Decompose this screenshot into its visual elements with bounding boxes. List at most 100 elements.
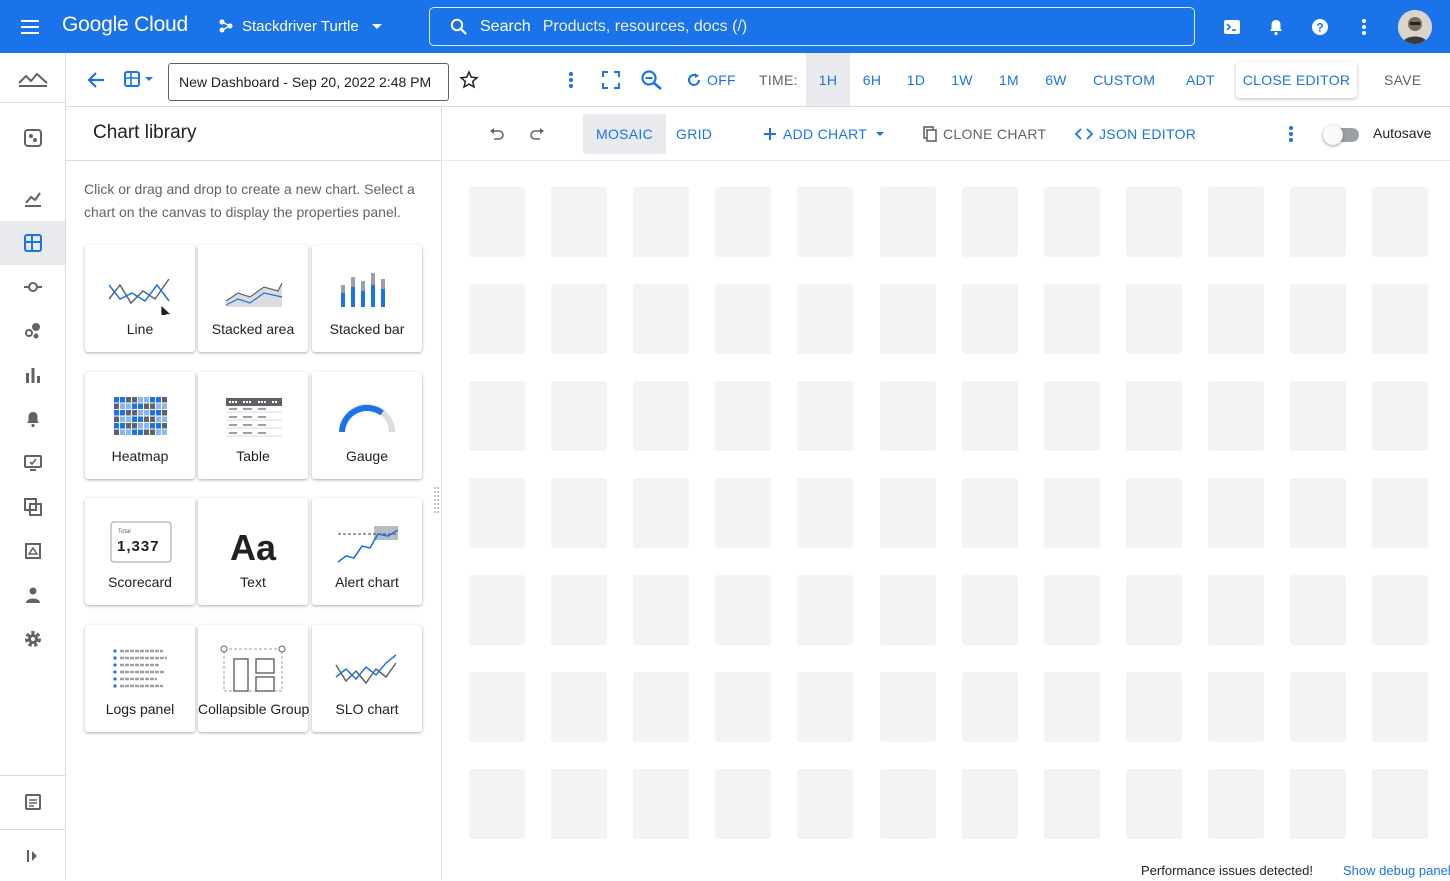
canvas-placeholder-cell[interactable] <box>715 672 772 742</box>
canvas-placeholder-cell[interactable] <box>1207 381 1264 451</box>
overview-icon[interactable] <box>0 116 65 160</box>
back-arrow-icon[interactable] <box>86 53 106 106</box>
project-selector[interactable]: Stackdriver Turtle <box>218 16 387 36</box>
canvas-placeholder-cell[interactable] <box>797 187 854 257</box>
fullscreen-icon[interactable] <box>602 53 620 106</box>
dashboard-canvas[interactable] <box>443 161 1450 851</box>
grid-layout-button[interactable]: GRID <box>676 107 712 160</box>
auto-refresh-toggle[interactable]: OFF <box>686 53 736 106</box>
json-editor-button[interactable]: JSON EDITOR <box>1075 107 1196 160</box>
canvas-placeholder-cell[interactable] <box>1372 575 1429 645</box>
google-cloud-logo[interactable]: Google Cloud <box>62 13 188 37</box>
dashboard-type-selector[interactable] <box>124 53 154 106</box>
zoom-out-icon[interactable] <box>640 53 664 106</box>
canvas-placeholder-cell[interactable] <box>961 187 1018 257</box>
canvas-placeholder-cell[interactable] <box>961 381 1018 451</box>
canvas-placeholder-cell[interactable] <box>1207 478 1264 548</box>
more-vert-icon[interactable] <box>1342 5 1386 49</box>
canvas-placeholder-cell[interactable] <box>1125 575 1182 645</box>
canvas-placeholder-cell[interactable] <box>469 769 525 839</box>
metrics-explorer-icon[interactable] <box>0 177 65 221</box>
canvas-placeholder-cell[interactable] <box>1043 187 1100 257</box>
add-chart-button[interactable]: ADD CHART <box>763 107 887 160</box>
canvas-placeholder-cell[interactable] <box>1290 381 1346 451</box>
clone-chart-button[interactable]: CLONE CHART <box>923 107 1046 160</box>
autosave-toggle[interactable] <box>1323 125 1363 145</box>
chart-card-heatmap[interactable]: Heatmap <box>85 372 195 479</box>
canvas-placeholder-cell[interactable] <box>551 575 608 645</box>
canvas-placeholder-cell[interactable] <box>715 381 772 451</box>
canvas-placeholder-cell[interactable] <box>633 284 690 354</box>
canvas-placeholder-cell[interactable] <box>961 672 1018 742</box>
canvas-placeholder-cell[interactable] <box>469 672 525 742</box>
canvas-placeholder-cell[interactable] <box>1207 575 1264 645</box>
canvas-placeholder-cell[interactable] <box>1207 769 1264 839</box>
canvas-placeholder-cell[interactable] <box>1207 672 1264 742</box>
canvas-placeholder-cell[interactable] <box>1125 672 1182 742</box>
canvas-placeholder-cell[interactable] <box>469 575 525 645</box>
search-bar[interactable]: Search Products, resources, docs (/) <box>429 7 1195 46</box>
canvas-placeholder-cell[interactable] <box>1290 769 1346 839</box>
canvas-placeholder-cell[interactable] <box>1372 672 1429 742</box>
show-debug-panel-link[interactable]: Show debug panel <box>1343 863 1450 878</box>
synthetic-monitoring-icon[interactable] <box>0 485 65 529</box>
more-vert-icon[interactable] <box>568 53 574 106</box>
canvas-placeholder-cell[interactable] <box>879 187 936 257</box>
mosaic-layout-button[interactable]: MOSAIC <box>583 114 667 154</box>
canvas-placeholder-cell[interactable] <box>1372 284 1429 354</box>
canvas-placeholder-cell[interactable] <box>633 478 690 548</box>
canvas-placeholder-cell[interactable] <box>633 575 690 645</box>
canvas-placeholder-cell[interactable] <box>1290 284 1346 354</box>
canvas-placeholder-cell[interactable] <box>879 672 936 742</box>
favorite-star-icon[interactable] <box>459 53 479 106</box>
chart-card-scorecard[interactable]: Total 1,337 Scorecard <box>85 498 195 605</box>
canvas-placeholder-cell[interactable] <box>551 769 608 839</box>
chart-card-gauge[interactable]: Gauge <box>312 372 422 479</box>
time-range-1h[interactable]: 1H <box>806 53 850 106</box>
canvas-placeholder-cell[interactable] <box>1043 381 1100 451</box>
canvas-placeholder-cell[interactable] <box>633 672 690 742</box>
canvas-placeholder-cell[interactable] <box>469 284 525 354</box>
canvas-placeholder-cell[interactable] <box>551 284 608 354</box>
canvas-placeholder-cell[interactable] <box>1043 769 1100 839</box>
help-icon[interactable]: ? <box>1298 5 1342 49</box>
canvas-placeholder-cell[interactable] <box>797 769 854 839</box>
canvas-placeholder-cell[interactable] <box>1372 381 1429 451</box>
canvas-placeholder-cell[interactable] <box>715 478 772 548</box>
canvas-placeholder-cell[interactable] <box>961 284 1018 354</box>
canvas-placeholder-cell[interactable] <box>715 187 772 257</box>
settings-gear-icon[interactable] <box>0 617 65 661</box>
canvas-placeholder-cell[interactable] <box>551 381 608 451</box>
canvas-placeholder-cell[interactable] <box>879 478 936 548</box>
canvas-placeholder-cell[interactable] <box>961 769 1018 839</box>
canvas-placeholder-cell[interactable] <box>551 672 608 742</box>
canvas-placeholder-cell[interactable] <box>469 187 525 257</box>
canvas-placeholder-cell[interactable] <box>797 381 854 451</box>
timezone-selector[interactable]: ADT <box>1186 53 1215 106</box>
canvas-placeholder-cell[interactable] <box>1043 478 1100 548</box>
panel-resize-handle[interactable] <box>434 487 439 513</box>
permissions-person-icon[interactable] <box>0 573 65 617</box>
time-range-6h[interactable]: 6H <box>854 53 890 106</box>
cloud-shell-icon[interactable] <box>1210 5 1254 49</box>
more-vert-icon[interactable] <box>1288 107 1294 160</box>
chart-card-logs-panel[interactable]: Logs panel <box>85 625 195 732</box>
canvas-placeholder-cell[interactable] <box>1290 575 1346 645</box>
canvas-placeholder-cell[interactable] <box>1372 478 1429 548</box>
canvas-placeholder-cell[interactable] <box>879 284 936 354</box>
canvas-placeholder-cell[interactable] <box>1125 187 1182 257</box>
chart-card-stacked-area[interactable]: Stacked area <box>198 245 308 352</box>
canvas-placeholder-cell[interactable] <box>1290 672 1346 742</box>
chart-card-slo-chart[interactable]: SLO chart <box>312 625 422 732</box>
canvas-placeholder-cell[interactable] <box>961 478 1018 548</box>
canvas-placeholder-cell[interactable] <box>469 478 525 548</box>
chart-card-stacked-bar[interactable]: Stacked bar <box>312 245 422 352</box>
undo-icon[interactable] <box>489 107 505 160</box>
canvas-placeholder-cell[interactable] <box>1043 284 1100 354</box>
canvas-placeholder-cell[interactable] <box>1290 478 1346 548</box>
canvas-placeholder-cell[interactable] <box>797 672 854 742</box>
canvas-placeholder-cell[interactable] <box>879 575 936 645</box>
canvas-placeholder-cell[interactable] <box>633 187 690 257</box>
canvas-placeholder-cell[interactable] <box>633 769 690 839</box>
canvas-placeholder-cell[interactable] <box>1372 769 1429 839</box>
